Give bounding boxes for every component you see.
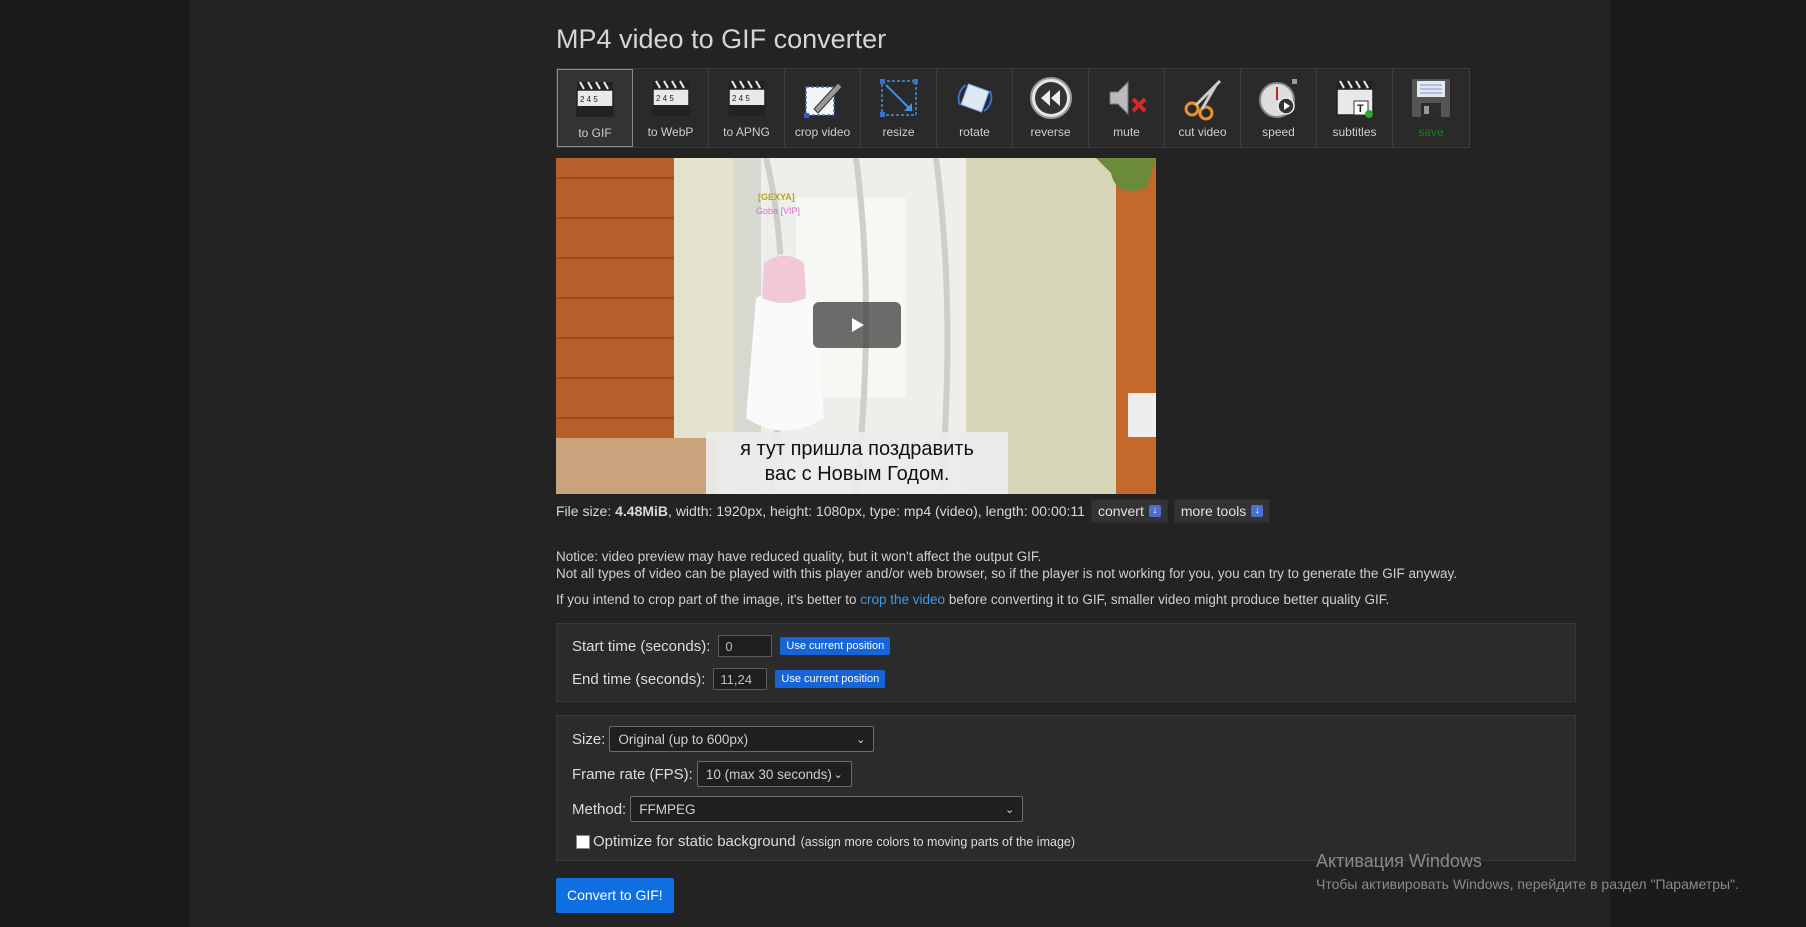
svg-text:2 4 5: 2 4 5 — [732, 94, 750, 103]
crop-advice-text: before converting it to GIF, smaller vid… — [945, 592, 1390, 607]
tool-to-webp[interactable]: 2 4 5 to WebP — [633, 69, 709, 147]
floppy-disk-icon — [1412, 79, 1450, 117]
arrow-down-icon: ↓ — [1148, 505, 1161, 517]
arrow-down-icon: ↓ — [1251, 505, 1264, 517]
tool-label: save — [1418, 125, 1444, 139]
file-details: , width: 1920px, height: 1080px, type: m… — [668, 503, 1085, 519]
chevron-down-icon: ⌄ — [833, 768, 843, 781]
method-value: FFMPEG — [639, 801, 696, 817]
chevron-down-icon: ⌄ — [856, 733, 866, 746]
svg-text:T: T — [1357, 103, 1364, 115]
file-info-prefix: File size: — [556, 503, 616, 519]
tool-label: to GIF — [578, 126, 612, 140]
fps-row: Frame rate (FPS): 10 (max 30 seconds) ⌄ — [572, 761, 852, 787]
clapperboard-icon: 2 4 5 — [576, 81, 614, 117]
tool-rotate[interactable]: rotate — [937, 69, 1013, 147]
subtitle-line: я тут пришла поздравить — [740, 438, 974, 460]
more-tools-button[interactable]: more tools ↓ — [1173, 499, 1271, 523]
crop-advice: If you intend to crop part of the image,… — [556, 592, 1389, 607]
tool-reverse[interactable]: reverse — [1013, 69, 1089, 147]
tool-label: crop video — [794, 125, 851, 139]
size-label: Size: — [572, 730, 606, 748]
use-current-position-button[interactable]: Use current position — [780, 637, 891, 655]
options-panel: Size: Original (up to 600px) ⌄ Frame rate… — [556, 715, 1576, 861]
tool-label: to WebP — [647, 125, 694, 139]
end-time-label: End time (seconds): — [572, 670, 706, 688]
optimize-hint: (assign more colors to moving parts of t… — [800, 834, 1076, 849]
speaker-mute-icon — [1109, 80, 1146, 116]
optimize-checkbox[interactable] — [576, 834, 590, 849]
end-time-row: End time (seconds): 11,24 Use current po… — [572, 668, 886, 690]
svg-text:2 4 5: 2 4 5 — [656, 94, 674, 103]
tool-label: cut video — [1178, 125, 1227, 139]
tool-speed[interactable]: speed — [1241, 69, 1317, 147]
subtitle-box: я тут пришла поздравить вас с Новым Годо… — [706, 432, 1008, 494]
play-button[interactable] — [813, 302, 901, 348]
file-info: File size: 4.48MiB , width: 1920px, heig… — [556, 499, 1271, 523]
watermark-title: Активация Windows — [1316, 851, 1482, 871]
start-time-row: Start time (seconds): 0 Use current posi… — [572, 635, 891, 657]
convert-to-gif-button[interactable]: Convert to GIF! — [556, 878, 674, 913]
crop-icon — [803, 82, 843, 118]
clapperboard-icon: 2 4 5 — [727, 80, 766, 116]
tool-label: speed — [1262, 125, 1295, 139]
chevron-down-icon: ⌄ — [1004, 803, 1015, 816]
use-current-position-button[interactable]: Use current position — [775, 670, 886, 688]
clapperboard-icon: 2 4 5 — [651, 80, 690, 116]
convert-dropdown-button[interactable]: convert ↓ — [1090, 499, 1168, 523]
page-title: MP4 video to GIF converter — [556, 24, 887, 54]
video-player[interactable]: [GEXYA] Goba [VIP] я тут пришла поздрави… — [556, 158, 1156, 494]
subtitles-icon: T — [1335, 80, 1374, 118]
fps-value: 10 (max 30 seconds) — [705, 766, 832, 782]
start-time-input[interactable]: 0 — [718, 635, 773, 657]
resize-icon — [879, 79, 918, 117]
method-row: Method: FFMPEG ⌄ — [572, 796, 1024, 822]
tool-save[interactable]: save — [1393, 69, 1469, 147]
tool-label: subtitles — [1332, 125, 1377, 139]
scissors-icon — [1184, 79, 1221, 121]
tool-label: resize — [882, 125, 915, 139]
tool-toolbar: 2 4 5 to GIF 2 4 5 to WebP 2 4 5 to APNG… — [556, 68, 1470, 148]
player-name: Goba [VIP] — [756, 206, 801, 216]
player-tag: [GEXYA] — [758, 192, 795, 202]
tool-resize[interactable]: resize — [861, 69, 937, 147]
notice-line: Not all types of video can be played wit… — [556, 566, 1457, 581]
method-label: Method: — [572, 800, 627, 818]
tool-crop-video[interactable]: crop video — [785, 69, 861, 147]
convert-label: convert — [1097, 503, 1144, 519]
subtitle-line: вас с Новым Годом. — [764, 463, 950, 485]
tool-label: reverse — [1030, 125, 1071, 139]
fps-select[interactable]: 10 (max 30 seconds) ⌄ — [696, 761, 852, 787]
tool-label: mute — [1113, 125, 1140, 139]
start-time-label: Start time (seconds): — [572, 637, 711, 655]
tool-mute[interactable]: mute — [1089, 69, 1165, 147]
crop-advice-text: If you intend to crop part of the image,… — [556, 592, 861, 607]
watermark-text: Чтобы активировать Windows, перейдите в … — [1316, 876, 1739, 892]
time-panel: Start time (seconds): 0 Use current posi… — [556, 623, 1576, 702]
file-size: 4.48MiB — [615, 503, 669, 519]
tool-cut-video[interactable]: cut video — [1165, 69, 1241, 147]
tool-label: rotate — [959, 125, 990, 139]
play-icon — [852, 318, 864, 332]
fps-label: Frame rate (FPS): — [572, 765, 693, 783]
method-select[interactable]: FFMPEG ⌄ — [630, 796, 1024, 822]
tool-subtitles[interactable]: T subtitles — [1317, 69, 1393, 147]
rewind-icon — [1029, 77, 1072, 119]
size-select[interactable]: Original (up to 600px) ⌄ — [609, 726, 875, 752]
svg-text:2 4 5: 2 4 5 — [580, 95, 598, 104]
tool-to-gif[interactable]: 2 4 5 to GIF — [557, 69, 633, 147]
crop-video-link[interactable]: crop the video — [860, 592, 945, 607]
notice-line: Notice: video preview may have reduced q… — [556, 549, 1042, 564]
size-row: Size: Original (up to 600px) ⌄ — [572, 726, 875, 752]
tool-label: to APNG — [723, 125, 770, 139]
more-tools-label: more tools — [1180, 503, 1247, 519]
windows-activation-watermark: Активация Windows Чтобы активировать Win… — [1316, 851, 1739, 892]
optimize-label: Optimize for static background — [593, 833, 796, 850]
stopwatch-icon — [1258, 79, 1297, 118]
rotate-icon — [957, 83, 992, 113]
end-time-input[interactable]: 11,24 — [713, 668, 768, 690]
size-value: Original (up to 600px) — [618, 731, 749, 747]
optimize-row: Optimize for static background (assign m… — [576, 833, 1075, 850]
tool-to-apng[interactable]: 2 4 5 to APNG — [709, 69, 785, 147]
